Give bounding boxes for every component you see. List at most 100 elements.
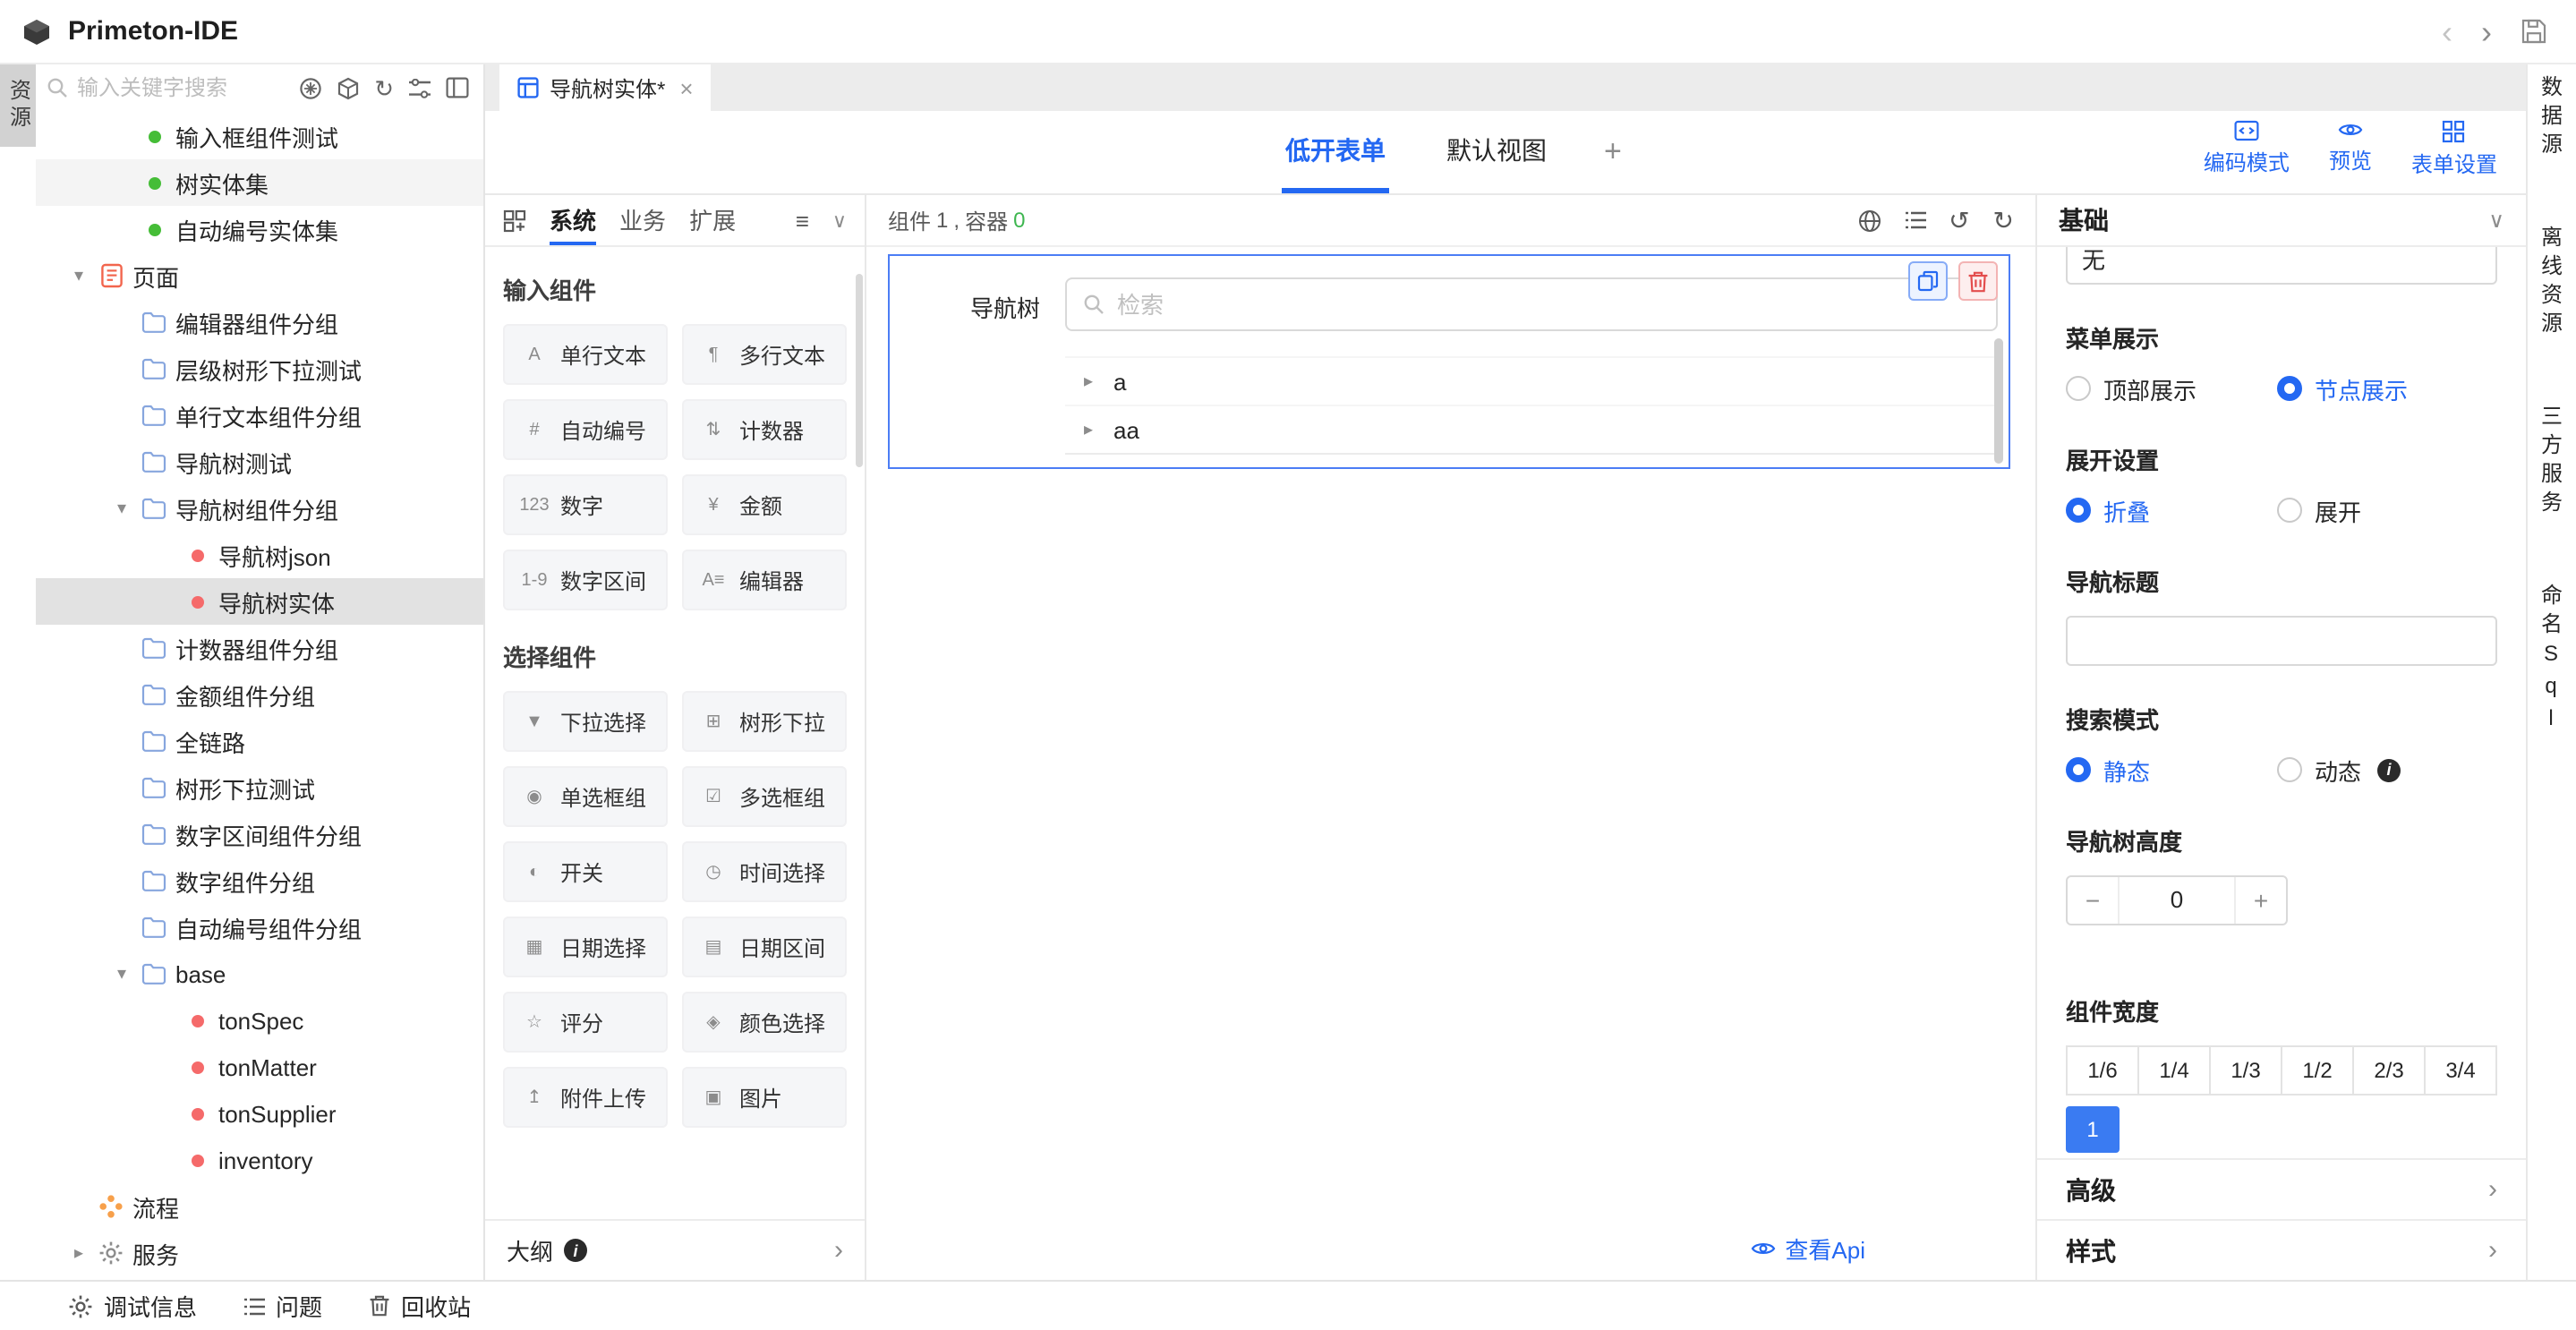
component-button[interactable]: ◉单选框组 — [503, 766, 668, 827]
component-button[interactable]: 1-9数字区间 — [503, 550, 668, 610]
tree-item[interactable]: 编辑器组件分组 — [36, 299, 483, 345]
component-button[interactable]: ▼下拉选择 — [503, 691, 668, 752]
caret-down-icon[interactable]: ▾ — [107, 499, 136, 518]
sidebar-search-input[interactable] — [77, 75, 288, 100]
tab-close-icon[interactable]: × — [679, 74, 693, 101]
tree-item[interactable]: 计数器组件分组 — [36, 625, 483, 671]
radio-option[interactable]: 展开 — [2277, 493, 2361, 527]
nav-back-icon[interactable]: ‹ — [2442, 15, 2452, 47]
width-option[interactable]: 1/2 — [2281, 1044, 2354, 1095]
tree-item[interactable]: ▾页面 — [36, 252, 483, 299]
tree-item[interactable]: tonSpec — [36, 997, 483, 1044]
component-button[interactable]: ¥金额 — [682, 474, 847, 535]
radio-option[interactable]: 动态i — [2277, 753, 2401, 787]
component-button[interactable]: ▦日期选择 — [503, 917, 668, 977]
component-button[interactable]: ⊞树形下拉 — [682, 691, 847, 752]
nav-tree-scrollbar-thumb[interactable] — [1994, 338, 2003, 464]
component-button[interactable]: A≡编辑器 — [682, 550, 847, 610]
nav-title-input[interactable] — [2066, 615, 2497, 665]
tree-item[interactable]: 单行文本组件分组 — [36, 392, 483, 439]
tree-item[interactable]: ▸服务 — [36, 1230, 483, 1276]
component-button[interactable]: ⇅计数器 — [682, 399, 847, 460]
refresh-icon[interactable]: ↻ — [374, 76, 394, 99]
undo-icon[interactable]: ↺ — [1949, 208, 1969, 233]
component-button[interactable]: ☑多选框组 — [682, 766, 847, 827]
tree-item[interactable]: 输入框组件测试 — [36, 113, 483, 159]
tree-item[interactable]: tonSupplier — [36, 1090, 483, 1137]
tree-item[interactable]: 数字组件分组 — [36, 857, 483, 904]
caret-down-icon[interactable]: ▾ — [64, 266, 93, 286]
component-button[interactable]: ▣图片 — [682, 1067, 847, 1128]
nav-tree-search-input[interactable] — [1117, 291, 1980, 318]
view-tab-active[interactable]: 低开表单 — [1282, 111, 1389, 193]
style-section-header[interactable]: 样式 › — [2037, 1219, 2526, 1280]
tree-item[interactable]: ▾导航树组件分组 — [36, 485, 483, 532]
basic-section-header[interactable]: 基础 ∨ — [2037, 195, 2526, 247]
add-view-button[interactable]: + — [1604, 134, 1622, 170]
tree-item[interactable]: inventory — [36, 1137, 483, 1183]
save-icon[interactable] — [2521, 18, 2547, 45]
copy-component-button[interactable] — [1908, 261, 1948, 301]
tree-item[interactable]: 树形下拉测试 — [36, 764, 483, 811]
tree-item[interactable]: tonMatter — [36, 1044, 483, 1090]
rail-tab-resources[interactable]: 资源 — [0, 64, 36, 147]
caret-right-icon[interactable]: ▸ — [64, 1243, 93, 1263]
component-button[interactable]: A单行文本 — [503, 324, 668, 385]
outline-expand-icon[interactable]: › — [834, 1235, 843, 1266]
nav-tree-row[interactable]: ▸a — [1065, 356, 1998, 405]
canvas-body[interactable]: 导航树 ▸a▸aa — [866, 247, 2035, 1280]
info-icon[interactable]: i — [2377, 758, 2401, 781]
width-option[interactable]: 1/3 — [2209, 1044, 2282, 1095]
preview-button[interactable]: 预览 — [2329, 120, 2372, 179]
view-tab-item[interactable]: 默认视图 — [1443, 111, 1550, 193]
outline-list-icon[interactable] — [1904, 211, 1925, 229]
width-option[interactable]: 1/4 — [2137, 1044, 2211, 1095]
component-button[interactable]: ◈颜色选择 — [682, 992, 847, 1053]
panel-collapse-icon[interactable]: ∨ — [832, 195, 847, 245]
panel-tab-系统[interactable]: 系统 — [550, 195, 596, 245]
panel-menu-icon[interactable]: ≡ — [796, 195, 809, 245]
width-option[interactable]: 3/4 — [2424, 1044, 2497, 1095]
debug-button[interactable]: 调试信息 — [68, 1289, 197, 1323]
caret-right-icon[interactable]: ▸ — [1079, 420, 1097, 439]
component-button[interactable]: ☆评分 — [503, 992, 668, 1053]
width-option-selected[interactable]: 1 — [2066, 1105, 2120, 1152]
panel-tab-业务[interactable]: 业务 — [619, 195, 666, 245]
radio-option-selected[interactable]: 折叠 — [2066, 493, 2277, 527]
radio-option[interactable]: 顶部展示 — [2066, 371, 2277, 405]
selected-nav-tree-component[interactable]: 导航树 ▸a▸aa — [888, 254, 2010, 469]
tree-item[interactable]: 导航树实体 — [36, 578, 483, 625]
tree-item[interactable]: 数字区间组件分组 — [36, 811, 483, 857]
width-option[interactable]: 1/6 — [2066, 1044, 2139, 1095]
component-button[interactable]: ▤日期区间 — [682, 917, 847, 977]
editor-tab-active[interactable]: 导航树实体* × — [499, 64, 712, 111]
tree-item[interactable]: 导航树测试 — [36, 439, 483, 485]
tree-item[interactable]: 金额组件分组 — [36, 671, 483, 718]
form-settings-button[interactable]: 表单设置 — [2411, 120, 2497, 179]
outline-footer[interactable]: 大纲 i › — [485, 1219, 865, 1280]
recycle-bin-button[interactable]: 回收站 — [369, 1289, 471, 1323]
nav-tree-row[interactable]: ▸aa — [1065, 405, 1998, 453]
caret-right-icon[interactable]: ▸ — [1079, 371, 1097, 391]
tree-item[interactable]: 自动编号实体集 — [36, 206, 483, 252]
component-panel-scrollbar-thumb[interactable] — [856, 274, 863, 467]
radio-option-selected[interactable]: 节点展示 — [2277, 371, 2408, 405]
view-api-link[interactable]: 查看Api — [1751, 1232, 1865, 1266]
component-button[interactable]: ◷时间选择 — [682, 841, 847, 902]
filter-icon[interactable] — [408, 78, 431, 98]
component-button[interactable]: ↥附件上传 — [503, 1067, 668, 1128]
component-button[interactable]: #自动编号 — [503, 399, 668, 460]
component-button[interactable]: ◐开关 — [503, 841, 668, 902]
nav-forward-icon[interactable]: › — [2481, 15, 2492, 47]
locale-icon[interactable] — [1857, 209, 1881, 232]
tree-item[interactable]: 树实体集 — [36, 159, 483, 206]
component-button[interactable]: ¶多行文本 — [682, 324, 847, 385]
components-grid-icon[interactable] — [503, 195, 526, 245]
advanced-section-header[interactable]: 高级 › — [2037, 1158, 2526, 1219]
rail-tab-三方服务[interactable]: 三方服务 — [2537, 405, 2567, 519]
rail-tab-离线资源[interactable]: 离线资源 — [2537, 226, 2567, 340]
rail-tab-命名Sql[interactable]: 命名Sql — [2537, 584, 2567, 737]
tree-item[interactable]: 导航树json — [36, 532, 483, 578]
collapse-panel-icon[interactable] — [446, 77, 469, 98]
delete-component-button[interactable] — [1958, 261, 1998, 301]
